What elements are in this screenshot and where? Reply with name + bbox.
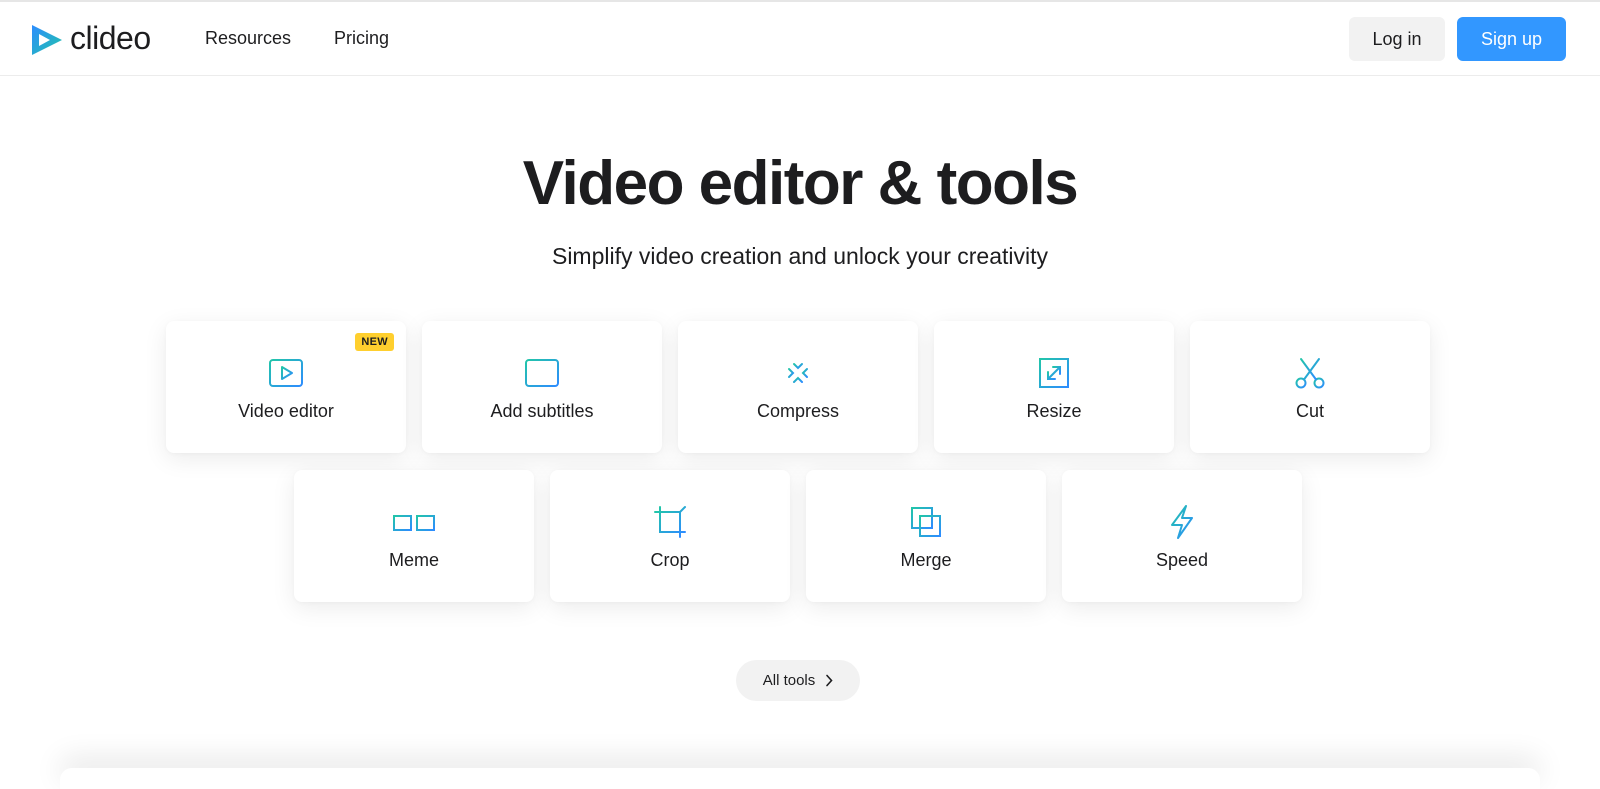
tool-card-add-subtitles[interactable]: Add subtitles bbox=[422, 321, 662, 453]
nav-pricing-link[interactable]: Pricing bbox=[334, 28, 389, 49]
play-triangle-logo-icon bbox=[32, 25, 62, 55]
tool-label: Cut bbox=[1295, 401, 1324, 421]
lightning-icon bbox=[1164, 504, 1200, 540]
new-badge: NEW bbox=[355, 333, 394, 351]
tool-card-merge[interactable]: Merge bbox=[806, 470, 1046, 602]
all-tools-label: All tools bbox=[762, 672, 816, 689]
tool-card-compress[interactable]: Compress bbox=[678, 321, 918, 453]
site-header: clideo Resources Pricing Log in Sign up bbox=[0, 2, 1600, 76]
tool-label: Speed bbox=[1155, 550, 1209, 570]
tool-card-resize[interactable]: Resize bbox=[934, 321, 1174, 453]
merge-icon bbox=[908, 504, 944, 540]
subtitles-icon bbox=[524, 355, 560, 391]
tool-label: Video editor bbox=[238, 401, 334, 421]
brand-name: clideo bbox=[70, 19, 151, 56]
resize-icon bbox=[1036, 355, 1072, 391]
tool-label: Add subtitles bbox=[490, 401, 594, 421]
meme-glasses-icon bbox=[388, 504, 440, 540]
login-button[interactable]: Log in bbox=[1349, 17, 1445, 61]
scissors-icon bbox=[1292, 355, 1328, 391]
page-subtitle: Simplify video creation and unlock your … bbox=[551, 243, 1048, 269]
tool-label: Meme bbox=[388, 550, 439, 570]
chevron-right-icon bbox=[826, 674, 833, 687]
tool-card-video-editor[interactable]: NEW Video editor bbox=[166, 321, 406, 453]
tool-card-cut[interactable]: Cut bbox=[1190, 321, 1430, 453]
next-section-edge bbox=[60, 768, 1540, 789]
compress-icon bbox=[780, 355, 816, 391]
tool-card-crop[interactable]: Crop bbox=[550, 470, 790, 602]
page-title: Video editor & tools bbox=[522, 149, 1079, 218]
clideo-logo[interactable]: clideo bbox=[30, 20, 151, 60]
tool-label: Merge bbox=[900, 550, 952, 570]
nav-resources-link[interactable]: Resources bbox=[205, 28, 291, 49]
tool-label: Crop bbox=[650, 550, 690, 570]
tool-label: Resize bbox=[1026, 401, 1082, 421]
video-editor-icon bbox=[268, 355, 304, 391]
all-tools-button[interactable]: All tools bbox=[736, 660, 860, 701]
tool-card-meme[interactable]: Meme bbox=[294, 470, 534, 602]
signup-button[interactable]: Sign up bbox=[1457, 17, 1566, 61]
tool-label: Compress bbox=[756, 401, 840, 421]
crop-icon bbox=[652, 504, 688, 540]
tool-card-speed[interactable]: Speed bbox=[1062, 470, 1302, 602]
